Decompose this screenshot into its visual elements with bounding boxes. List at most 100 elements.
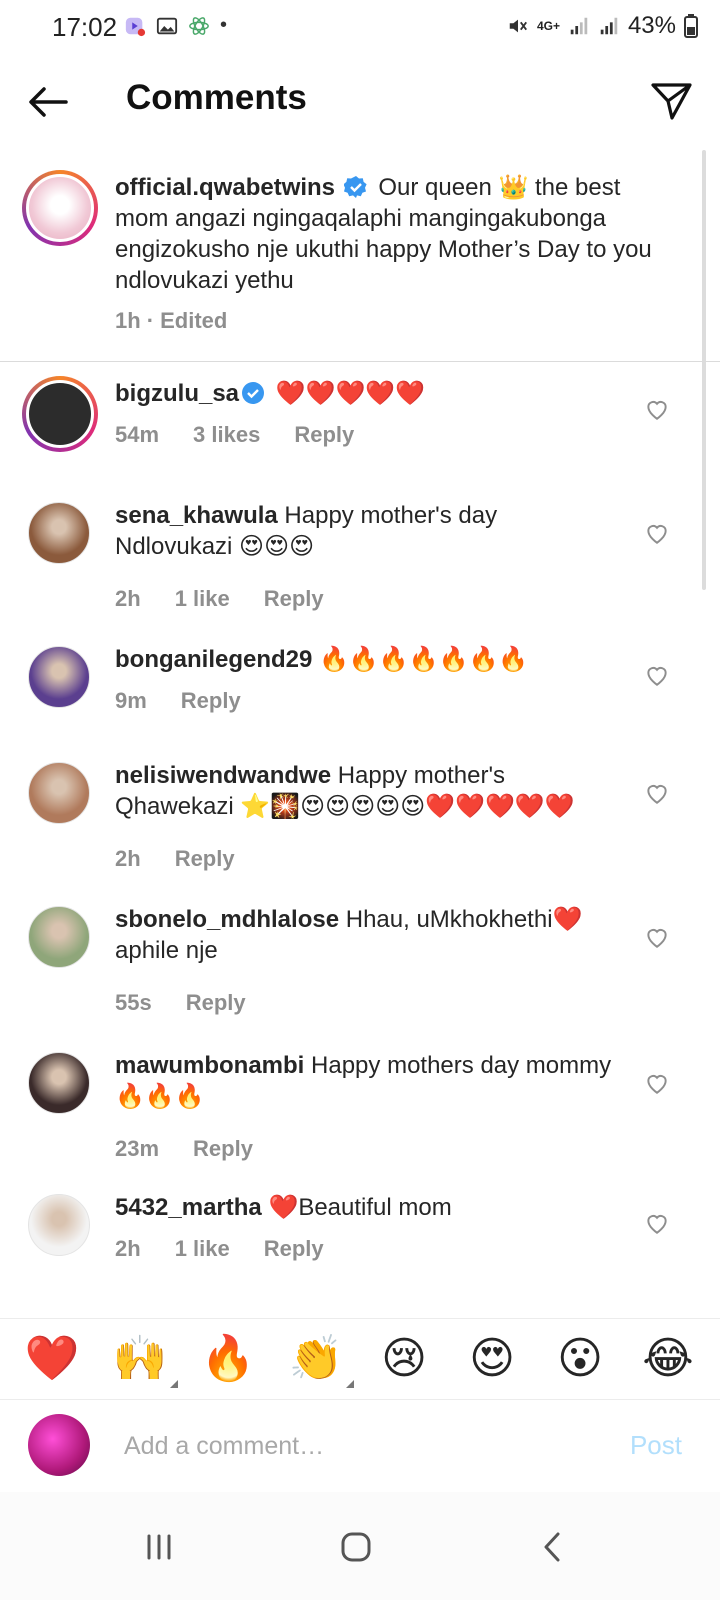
comment-avatar[interactable]	[22, 376, 98, 452]
comment-reply-button[interactable]: Reply	[264, 1236, 324, 1262]
comment-text: 🔥🔥🔥🔥🔥🔥🔥	[319, 646, 529, 673]
comment-reply-button[interactable]: Reply	[181, 688, 241, 714]
like-heart-icon[interactable]	[644, 662, 670, 688]
comment-meta: 2h 1 like Reply	[115, 1236, 324, 1262]
signal-icon-1	[570, 17, 588, 35]
mute-icon	[509, 19, 527, 33]
comment-time: 2h	[115, 586, 141, 611]
signal-icon-2	[600, 17, 618, 35]
emoji-laughing-button[interactable]: 😂	[638, 1334, 698, 1384]
comment-meta: 55s Reply	[115, 990, 246, 1016]
comment-avatar[interactable]	[28, 762, 90, 824]
comment-reply-button[interactable]: Reply	[186, 990, 246, 1016]
caption-username[interactable]: official.qwabetwins	[115, 174, 335, 201]
post-button[interactable]: Post	[630, 1430, 682, 1461]
page-title: Comments	[126, 78, 307, 117]
emoji-heart-button[interactable]: ❤️	[22, 1334, 82, 1384]
emoji-raised-hands-glyph: 🙌	[112, 1334, 168, 1383]
comment-body: sena_khawula Happy mother's day Ndlovuka…	[115, 500, 615, 562]
more-dot-icon: •	[220, 14, 228, 36]
avatar-image	[26, 174, 94, 242]
comment-body: bigzulu_sa ❤️❤️❤️❤️❤️	[115, 378, 615, 409]
comment-time: 9m	[115, 688, 147, 713]
comment-likes[interactable]: 1 like	[175, 586, 230, 612]
comment-input[interactable]	[124, 1426, 584, 1466]
avatar-image	[26, 380, 94, 448]
caption-edited: · Edited	[146, 308, 228, 333]
like-heart-icon[interactable]	[644, 780, 670, 806]
emoji-clap-glyph: 👏	[288, 1334, 344, 1383]
comment-reply-button[interactable]: Reply	[264, 586, 324, 612]
comment-likes[interactable]: 1 like	[175, 1236, 230, 1262]
comment-body: mawumbonambi Happy mothers day mommy🔥🔥🔥	[115, 1050, 615, 1112]
comment-avatar[interactable]	[28, 1194, 90, 1256]
recent-apps-icon[interactable]	[134, 1522, 184, 1572]
system-icons: 4G+ 43%	[507, 12, 698, 40]
comment-avatar[interactable]	[28, 1052, 90, 1114]
like-heart-icon[interactable]	[644, 1070, 670, 1096]
comment-username[interactable]: sena_khawula	[115, 502, 278, 529]
comment-body: 5432_martha ❤️Beautiful mom	[115, 1192, 615, 1223]
back-arrow-icon[interactable]	[24, 78, 72, 126]
comment-meta: 9m Reply	[115, 688, 241, 714]
comment-input-row: Post	[0, 1400, 720, 1492]
comment-username[interactable]: mawumbonambi	[115, 1052, 304, 1079]
verified-badge-icon	[242, 382, 265, 404]
skin-tone-indicator-icon	[346, 1380, 354, 1388]
comment-meta: 23m Reply	[115, 1136, 253, 1162]
status-time: 17:02	[52, 12, 118, 42]
caption-meta: 1h · Edited	[115, 308, 227, 334]
like-heart-icon[interactable]	[644, 520, 670, 546]
comment-reply-button[interactable]: Reply	[193, 1136, 253, 1162]
nav-back-icon[interactable]	[528, 1522, 578, 1572]
skin-tone-indicator-icon	[170, 1380, 178, 1388]
comment-username[interactable]: bonganilegend29	[115, 646, 312, 673]
comment-avatar[interactable]	[28, 502, 90, 564]
like-heart-icon[interactable]	[644, 1210, 670, 1236]
emoji-surprised-button[interactable]: 😮	[550, 1334, 610, 1384]
emoji-crying-button[interactable]: 😢	[374, 1334, 434, 1384]
emoji-raised-hands-button[interactable]: 🙌	[110, 1334, 178, 1388]
comment-avatar[interactable]	[28, 906, 90, 968]
emoji-quick-bar: ❤️ 🙌 🔥 👏 😢 😍 😮 😂	[0, 1318, 720, 1400]
comment-username[interactable]: sbonelo_mdhlalose	[115, 906, 339, 933]
comments-header: Comments	[0, 66, 720, 136]
comment-time: 2h	[115, 846, 141, 871]
comment-text: ❤️Beautiful mom	[268, 1194, 452, 1221]
comment-username[interactable]: nelisiwendwandwe	[115, 762, 331, 789]
network-type: 4G+	[536, 19, 560, 33]
comment-time: 2h	[115, 1236, 141, 1261]
home-icon[interactable]	[331, 1522, 381, 1572]
comment-time: 55s	[115, 990, 152, 1015]
comment-body: sbonelo_mdhlalose Hhau, uMkhokhethi❤️ ap…	[115, 904, 615, 966]
comment-meta: 54m 3 likes Reply	[115, 422, 354, 448]
caption-body: official.qwabetwins Our queen 👑 the best…	[115, 172, 675, 296]
comment-meta: 2h Reply	[115, 846, 235, 872]
system-nav-bar	[0, 1492, 720, 1600]
comment-time: 54m	[115, 422, 160, 447]
comment-meta: 2h 1 like Reply	[115, 586, 324, 612]
notification-icons: •	[124, 14, 227, 37]
comment-reply-button[interactable]: Reply	[294, 422, 354, 448]
comment-body: bonganilegend29 🔥🔥🔥🔥🔥🔥🔥	[115, 644, 615, 675]
emoji-fire-button[interactable]: 🔥	[198, 1334, 258, 1384]
like-heart-icon[interactable]	[644, 396, 670, 422]
current-user-avatar	[28, 1414, 90, 1476]
battery-percent: 43%	[627, 12, 676, 39]
comment-reply-button[interactable]: Reply	[175, 846, 235, 872]
emoji-clap-button[interactable]: 👏	[286, 1334, 354, 1388]
comment-body: nelisiwendwandwe Happy mother's Qhawekaz…	[115, 760, 615, 822]
comment-username[interactable]: 5432_martha	[115, 1194, 262, 1221]
comment-username[interactable]: bigzulu_sa	[115, 380, 239, 407]
like-heart-icon[interactable]	[644, 924, 670, 950]
comment-likes[interactable]: 3 likes	[193, 422, 260, 448]
comment-text: ❤️❤️❤️❤️❤️	[275, 380, 426, 407]
emoji-heart-eyes-button[interactable]: 😍	[462, 1334, 522, 1384]
status-bar: 17:02 • 4G+ 43%	[0, 0, 720, 56]
video-notification-icon	[125, 17, 146, 36]
share-send-icon[interactable]	[648, 78, 694, 124]
caption-avatar[interactable]	[22, 170, 98, 246]
battery-icon	[684, 14, 698, 38]
comment-avatar[interactable]	[28, 646, 90, 708]
comments-screen: 17:02 • 4G+ 43% Comments official.qwabet…	[0, 0, 720, 1600]
